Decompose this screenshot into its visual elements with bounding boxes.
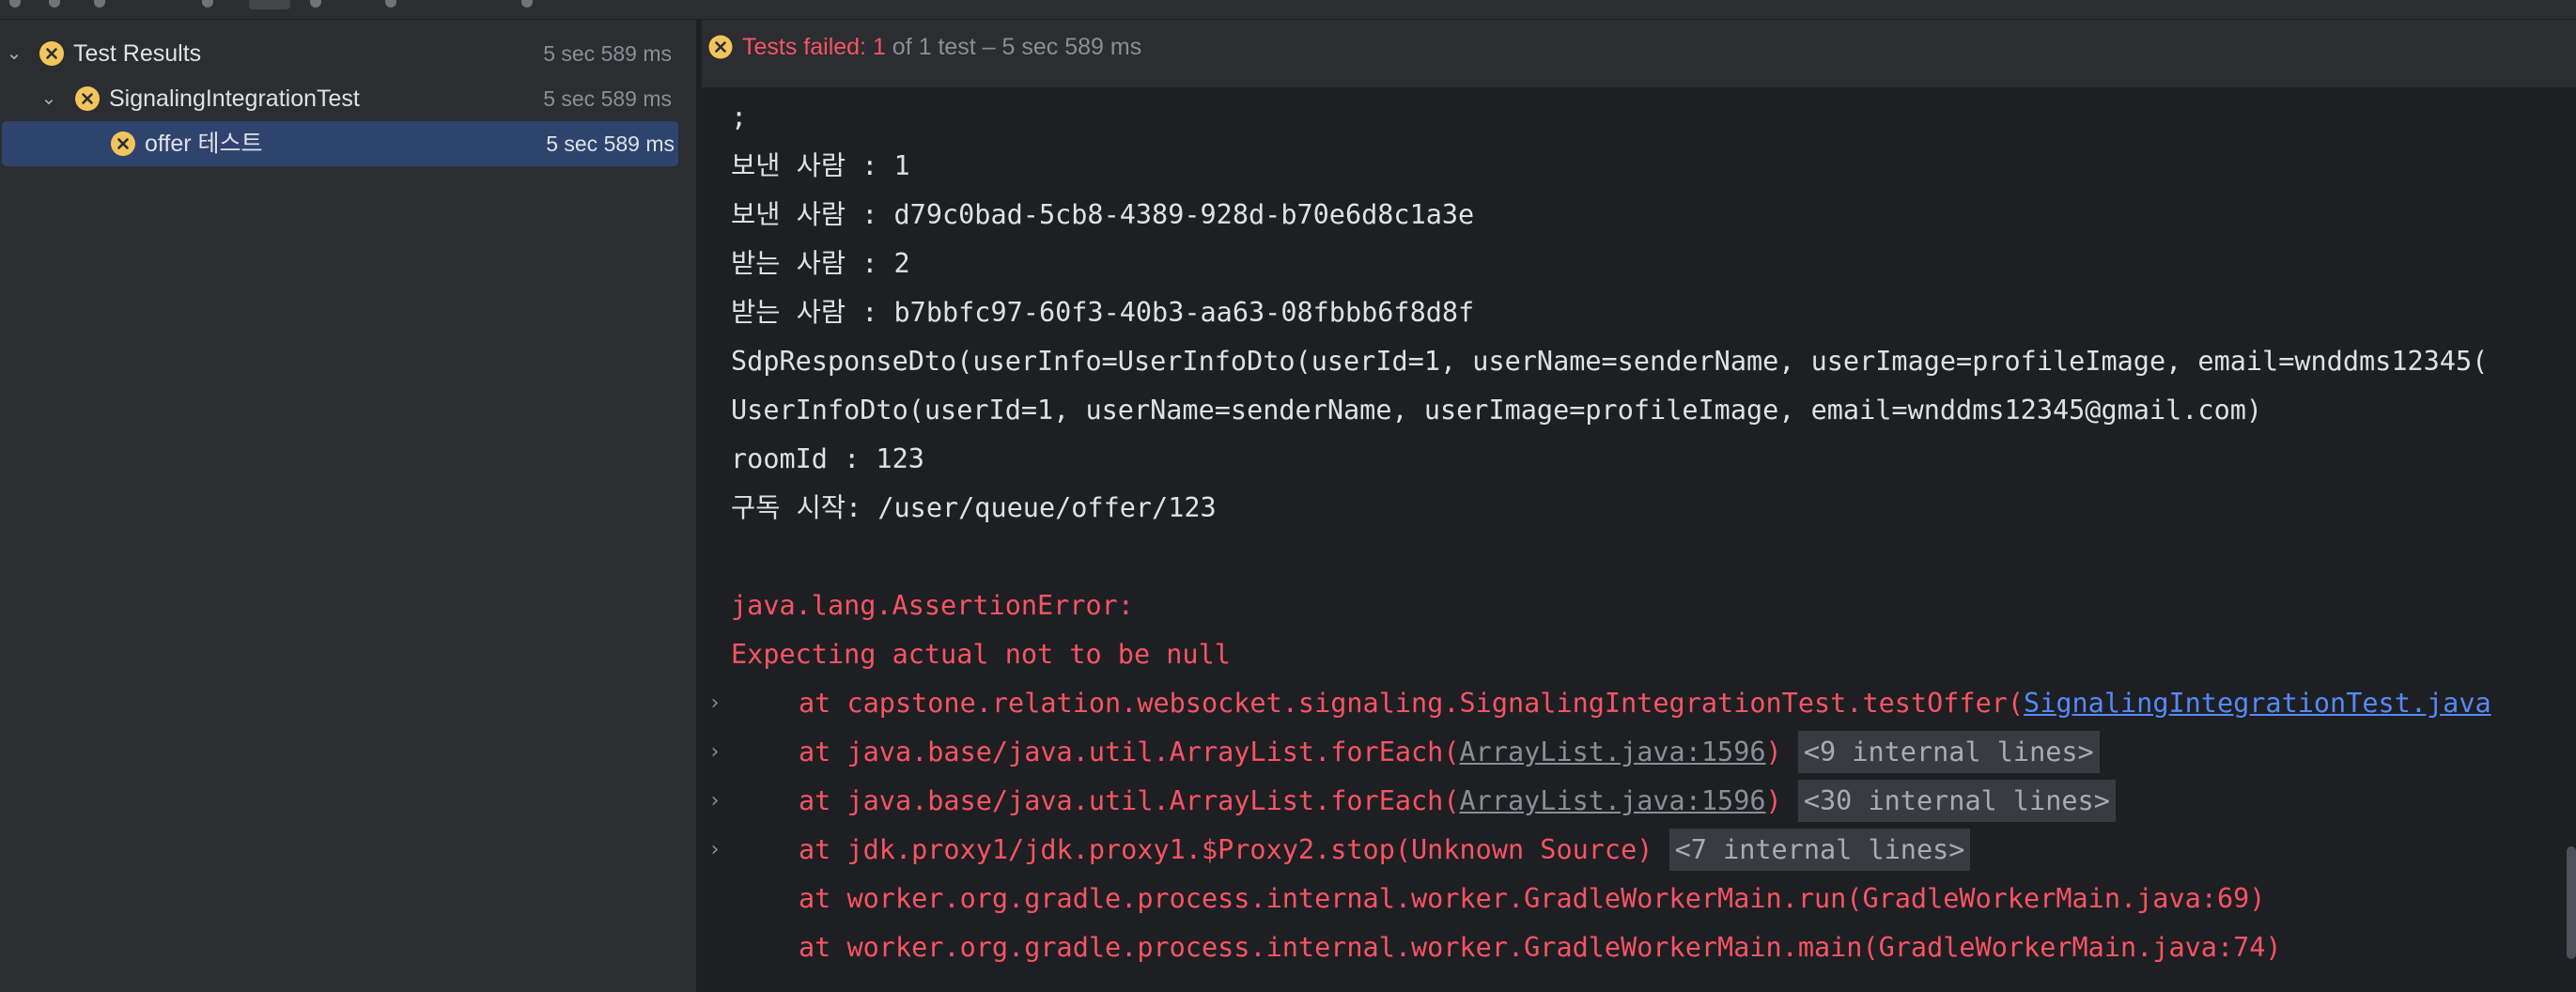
test-failed-icon — [75, 86, 100, 111]
test-failed-icon — [111, 132, 135, 156]
toolbar-toggle[interactable] — [249, 0, 290, 9]
toolbar-icon[interactable] — [310, 0, 321, 8]
stack-frame: at worker.org.gradle.process.internal.wo… — [799, 883, 2266, 914]
chevron-right-icon[interactable]: › — [703, 826, 727, 875]
console-line: 구독 시작: /user/queue/offer/123 — [731, 492, 1217, 523]
stack-frame: › at capstone.relation.websocket.signali… — [702, 679, 2576, 728]
toolbar-icon[interactable] — [385, 0, 396, 8]
toolbar-icon[interactable] — [49, 0, 60, 8]
test-status-bar: Tests failed: 1 of 1 test – 5 sec 589 ms — [702, 20, 2576, 88]
stack-frame: at worker.org.gradle.process.internal.wo… — [799, 932, 2282, 963]
internal-lines-fold[interactable]: <30 internal lines> — [1797, 780, 2116, 822]
chevron-right-icon[interactable]: › — [703, 679, 727, 728]
test-failed-icon — [39, 41, 64, 66]
console-line: UserInfoDto(userId=1, userName=senderNam… — [731, 395, 2263, 426]
console-panel: Tests failed: 1 of 1 test – 5 sec 589 ms… — [702, 20, 2576, 992]
chevron-down-icon[interactable]: ⌄ — [3, 42, 25, 65]
chevron-right-icon[interactable]: › — [703, 777, 727, 826]
console-line: 보낸 사람 : 1 — [731, 150, 910, 181]
console-line: 보낸 사람 : d79c0bad-5cb8-4389-928d-b70e6d8c… — [731, 199, 1475, 230]
console-line: ; — [731, 101, 748, 132]
tree-item-offer-test[interactable]: offer 테스트 5 sec 589 ms — [2, 121, 678, 166]
toolbar-icon[interactable] — [521, 0, 533, 8]
tree-item-label: offer 테스트 — [145, 131, 263, 157]
tree-item-duration: 5 sec 589 ms — [546, 132, 675, 156]
console-line: 받는 사람 : b7bbfc97-60f3-40b3-aa63-08fbbb6f… — [731, 297, 1475, 328]
toolbar-icon[interactable] — [202, 0, 213, 8]
tree-item-signaling-integration-test[interactable]: ⌄ SignalingIntegrationTest 5 sec 589 ms — [0, 76, 696, 121]
tree-item-duration: 5 sec 589 ms — [543, 41, 672, 66]
error-line: Expecting actual not to be null — [731, 639, 1231, 670]
test-results-tree: ⌄ Test Results 5 sec 589 ms ⌄ SignalingI… — [0, 20, 696, 992]
toolbar-icon[interactable] — [9, 0, 21, 8]
chevron-down-icon[interactable]: ⌄ — [38, 87, 60, 110]
stack-frame: › at java.base/java.util.ArrayList.forEa… — [702, 777, 2576, 826]
source-link[interactable]: ArrayList.java:1596 — [1460, 736, 1766, 767]
source-link[interactable]: ArrayList.java:1596 — [1460, 785, 1766, 816]
console-line: SdpResponseDto(userInfo=UserInfoDto(user… — [731, 346, 2489, 377]
status-summary: Tests failed: 1 of 1 test – 5 sec 589 ms — [742, 20, 1141, 74]
test-failed-icon — [707, 34, 734, 60]
window-toolbar-strip — [0, 0, 2576, 20]
console-line: roomId : 123 — [731, 443, 924, 474]
tree-item-duration: 5 sec 589 ms — [543, 86, 672, 111]
internal-lines-fold[interactable]: <7 internal lines> — [1668, 829, 1971, 871]
vertical-scrollbar[interactable] — [2567, 846, 2576, 959]
tests-failed-count: Tests failed: 1 — [742, 34, 886, 60]
console-line: 받는 사람 : 2 — [731, 248, 910, 279]
chevron-right-icon[interactable]: › — [703, 728, 727, 777]
source-link[interactable]: SignalingIntegrationTest.java — [2024, 688, 2491, 719]
tree-item-test-results[interactable]: ⌄ Test Results 5 sec 589 ms — [0, 31, 696, 76]
tree-item-label: SignalingIntegrationTest — [109, 85, 360, 112]
stack-frame: › at java.base/java.util.ArrayList.forEa… — [702, 728, 2576, 777]
error-line: java.lang.AssertionError: — [731, 590, 1134, 621]
toolbar-icon[interactable] — [94, 0, 105, 8]
internal-lines-fold[interactable]: <9 internal lines> — [1797, 731, 2100, 773]
tests-summary: of 1 test – 5 sec 589 ms — [885, 34, 1142, 60]
tree-item-label: Test Results — [73, 40, 202, 67]
stack-frame: › at jdk.proxy1/jdk.proxy1.$Proxy2.stop(… — [702, 826, 2576, 875]
